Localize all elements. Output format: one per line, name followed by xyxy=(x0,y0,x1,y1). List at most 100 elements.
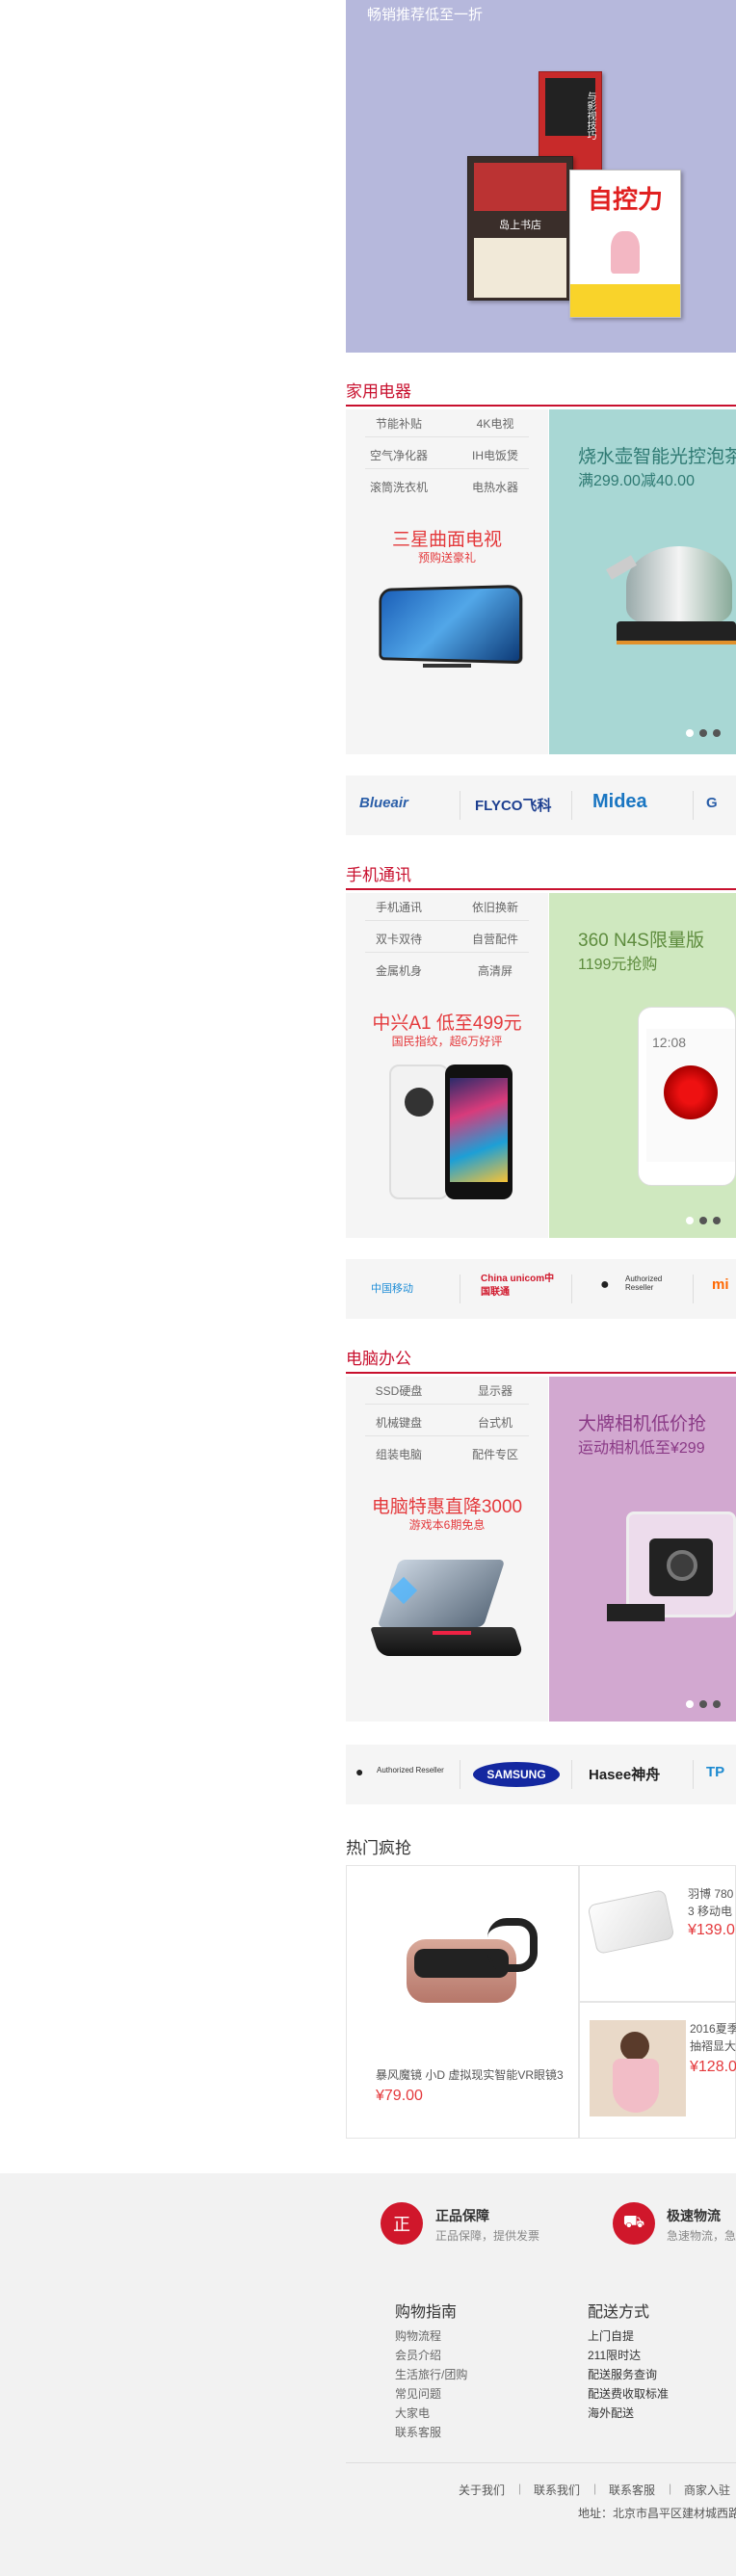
carousel-dots xyxy=(686,1700,721,1708)
brand-logo-g[interactable]: G xyxy=(706,795,718,811)
delivery-link[interactable]: 配送费收取标准 xyxy=(588,2385,669,2402)
cat-divider xyxy=(365,1435,529,1436)
brand-logo-samsung[interactable]: SAMSUNG xyxy=(473,1762,560,1787)
apple-icon[interactable]: ● xyxy=(600,1276,610,1294)
footer-link-merchant[interactable]: 商家入驻 xyxy=(684,2482,730,2498)
appliance-category-panel: 节能补贴 4K电视 空气净化器 IH电饭煲 滚筒洗衣机 电热水器 三星曲面电视 … xyxy=(346,409,548,754)
brand-divider xyxy=(693,1760,694,1789)
product-name[interactable]: 羽博 780 3 移动电 xyxy=(688,1885,736,1920)
hot-sale-item-3[interactable]: 2016夏季 抽褶显大 ¥128.0 xyxy=(579,2002,736,2139)
phone-360-image: 12:08 xyxy=(638,1007,736,1186)
apple-icon[interactable]: ● xyxy=(355,1764,363,1779)
feature-kettle-banner[interactable]: 烧水壶智能光控泡茶 满299.00减40.00 xyxy=(549,409,736,754)
carousel-dot[interactable] xyxy=(699,1217,707,1224)
guide-link[interactable]: 大家电 xyxy=(395,2405,430,2421)
feature-360-banner[interactable]: 360 N4S限量版 1199元抢购 12:08 xyxy=(549,893,736,1238)
guide-link[interactable]: 生活旅行/团购 xyxy=(395,2366,467,2382)
promo-sub-zte: 国民指纹，超6万好评 xyxy=(391,1035,503,1048)
brand-logo-xiaomi[interactable]: mi xyxy=(712,1276,729,1293)
brand-logo-apple-reseller-2[interactable]: Authorized Reseller xyxy=(377,1766,454,1774)
product-name[interactable]: 2016夏季 抽褶显大 xyxy=(690,2020,736,2055)
service-title: 极速物流 xyxy=(667,2208,721,2223)
delivery-link[interactable]: 海外配送 xyxy=(588,2405,634,2421)
cat-link-energy[interactable]: 节能补贴 xyxy=(346,415,452,432)
delivery-link[interactable]: 211限时达 xyxy=(588,2347,641,2363)
delivery-title: 配送方式 xyxy=(588,2304,650,2321)
section-divider xyxy=(346,1372,736,1374)
footer-link-support[interactable]: 联系客服 xyxy=(609,2482,655,2498)
cat-link-custom-pc[interactable]: 组装电脑 xyxy=(346,1446,452,1462)
cat-link-4k-tv[interactable]: 4K电视 xyxy=(442,415,548,432)
section-divider xyxy=(346,888,736,890)
carousel-dot[interactable] xyxy=(686,1700,694,1708)
delivery-link[interactable]: 上门自提 xyxy=(588,2327,634,2344)
genuine-guarantee-icon: 正 xyxy=(381,2202,423,2245)
zte-phones-image[interactable] xyxy=(389,1065,514,1199)
promo-title-tv[interactable]: 三星曲面电视 xyxy=(346,525,548,551)
cat-divider xyxy=(365,468,529,469)
service-sub: 急速物流，急 xyxy=(667,2229,736,2243)
carousel-dot[interactable] xyxy=(686,1217,694,1224)
curved-tv-image[interactable] xyxy=(375,581,523,677)
carousel-dot[interactable] xyxy=(686,729,694,737)
hot-sale-item-2[interactable]: 羽博 780 3 移动电 ¥139.0 xyxy=(579,1865,736,2002)
cat-link-desktop[interactable]: 台式机 xyxy=(442,1414,548,1431)
cat-link-dual-sim[interactable]: 双卡双待 xyxy=(346,931,452,947)
banner-subtitle: 畅销推荐低至一折 xyxy=(367,7,484,23)
carousel-dot[interactable] xyxy=(713,1217,721,1224)
cat-link-air-purifier[interactable]: 空气净化器 xyxy=(346,447,452,463)
guide-link[interactable]: 联系客服 xyxy=(395,2424,441,2440)
cat-link-trade-in[interactable]: 依旧换新 xyxy=(442,899,548,915)
promo-title-zte[interactable]: 中兴A1 低至499元 xyxy=(346,1009,548,1035)
cat-link-pc-accessories[interactable]: 配件专区 xyxy=(442,1446,548,1462)
brand-divider xyxy=(693,791,694,820)
brand-logo-midea[interactable]: Midea xyxy=(592,791,647,813)
hot-sale-item-1[interactable]: 暴风魔镜 小D 虚拟现实智能VR眼镜3 ¥79.00 xyxy=(346,1865,579,2139)
carousel-dot[interactable] xyxy=(699,1700,707,1708)
cat-link-water-heater[interactable]: 电热水器 xyxy=(442,479,548,495)
footer-link-contact[interactable]: 联系我们 xyxy=(534,2482,580,2498)
cat-link-keyboard[interactable]: 机械键盘 xyxy=(346,1414,452,1431)
product-name[interactable]: 暴风魔镜 小D 虚拟现实智能VR眼镜3 xyxy=(376,2066,574,2083)
footer-link-about[interactable]: 关于我们 xyxy=(459,2482,505,2498)
delivery-link[interactable]: 配送服务查询 xyxy=(588,2366,657,2382)
cat-link-phones[interactable]: 手机通讯 xyxy=(346,899,452,915)
brand-strip-appliances: Blueair FLYCO飞科 Midea G xyxy=(346,775,736,835)
promo-title-laptop[interactable]: 电脑特惠直降3000 xyxy=(346,1492,548,1518)
guide-link[interactable]: 购物流程 xyxy=(395,2327,441,2344)
brand-divider xyxy=(571,791,572,820)
carousel-dot[interactable] xyxy=(713,729,721,737)
cat-link-metal-body[interactable]: 金属机身 xyxy=(346,962,452,979)
brand-divider xyxy=(571,1275,572,1303)
cat-divider xyxy=(365,436,529,437)
service-title: 正品保障 xyxy=(435,2208,489,2223)
cat-link-monitor[interactable]: 显示器 xyxy=(442,1382,548,1399)
feature-camera-banner[interactable]: 大牌相机低价抢 运动相机低至¥299 xyxy=(549,1377,736,1722)
brand-strip-computers: ● Authorized Reseller SAMSUNG Hasee神舟 TP xyxy=(346,1745,736,1804)
laptop-image[interactable] xyxy=(370,1560,524,1666)
computer-category-panel: SSD硬盘 显示器 机械键盘 台式机 组装电脑 配件专区 电脑特惠直降3000 … xyxy=(346,1377,548,1722)
carousel-dot[interactable] xyxy=(699,729,707,737)
brand-logo-china-unicom[interactable]: China unicom中国联通 xyxy=(481,1273,558,1300)
cat-link-washer[interactable]: 滚筒洗衣机 xyxy=(346,479,452,495)
guide-link[interactable]: 常见问题 xyxy=(395,2385,441,2402)
cat-link-accessories[interactable]: 自营配件 xyxy=(442,931,548,947)
brand-logo-hasee[interactable]: Hasee神舟 xyxy=(589,1764,660,1784)
guide-link[interactable]: 会员介绍 xyxy=(395,2347,441,2363)
feature-title-camera: 大牌相机低价抢 xyxy=(578,1414,707,1434)
brand-logo-china-mobile[interactable]: 中国移动 xyxy=(371,1280,413,1296)
brand-logo-apple-reseller[interactable]: Authorized Reseller xyxy=(625,1275,683,1292)
brand-logo-tp-link[interactable]: TP xyxy=(706,1764,724,1780)
shopping-guide-title: 购物指南 xyxy=(395,2304,458,2321)
brand-logo-blueair[interactable]: Blueair xyxy=(359,795,408,811)
action-camera-image xyxy=(607,1511,736,1637)
cat-link-rice-cooker[interactable]: IH电饭煲 xyxy=(442,447,548,463)
brand-logo-flyco[interactable]: FLYCO飞科 xyxy=(475,795,551,815)
book-promo-banner[interactable]: 畅销推荐低至一折 与影视技巧 岛上书店 自控力 xyxy=(346,0,736,353)
cat-link-hd-screen[interactable]: 高清屏 xyxy=(442,962,548,979)
vr-headset-image xyxy=(387,1914,541,2011)
carousel-dot[interactable] xyxy=(713,1700,721,1708)
cat-link-ssd[interactable]: SSD硬盘 xyxy=(346,1382,452,1399)
carousel-dots xyxy=(686,729,721,737)
section-title-hot-sale: 热门疯抢 xyxy=(346,1839,411,1857)
